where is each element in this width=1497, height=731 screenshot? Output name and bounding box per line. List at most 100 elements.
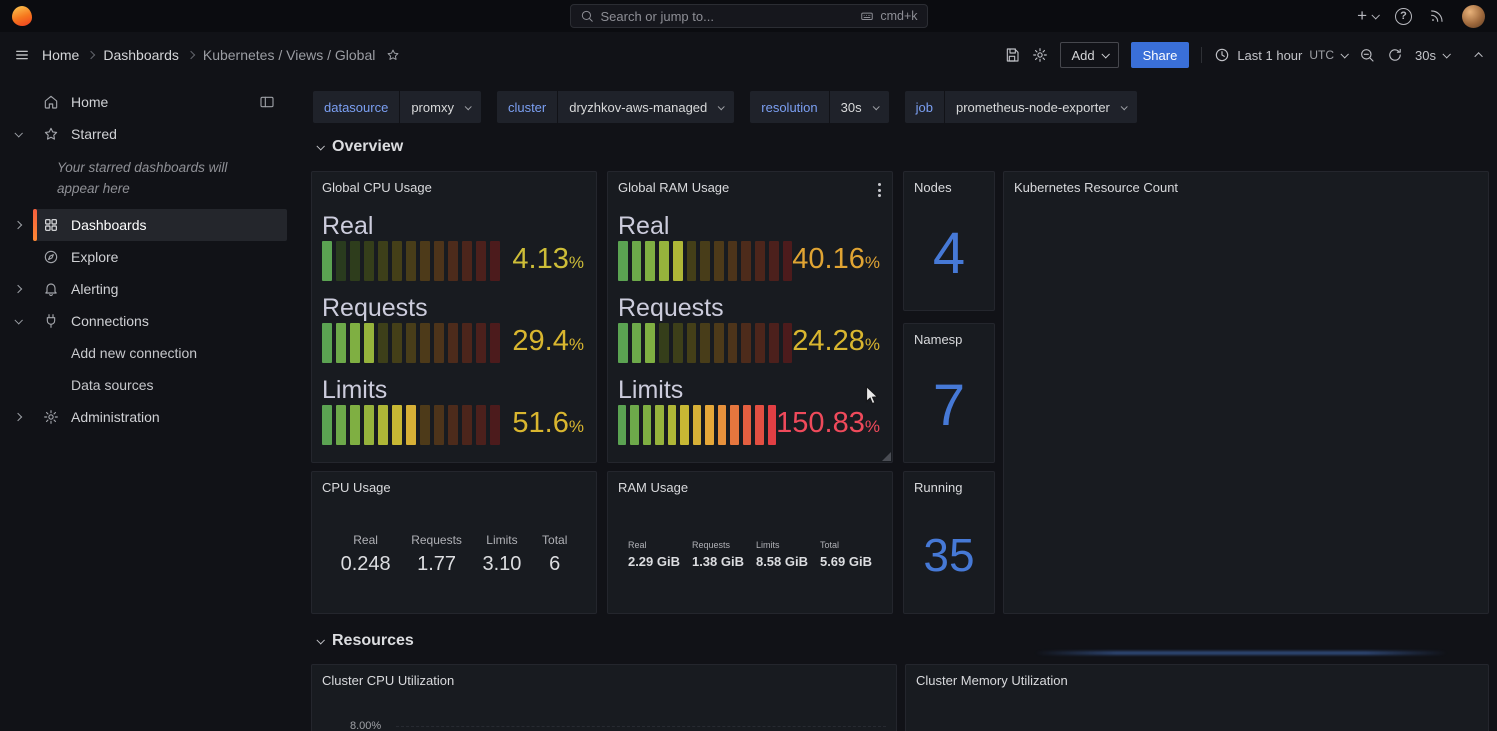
breadcrumb-home[interactable]: Home xyxy=(42,47,79,63)
share-button[interactable]: Share xyxy=(1131,42,1190,68)
grafana-logo[interactable] xyxy=(12,6,32,26)
refresh-interval-label: 30s xyxy=(1415,48,1436,63)
bar-gauge xyxy=(618,323,792,363)
expand-chevron[interactable] xyxy=(3,222,33,228)
collapse-chevron[interactable] xyxy=(3,318,33,324)
panel-title[interactable]: Nodes xyxy=(904,172,994,197)
dashboards-grid-icon xyxy=(42,216,60,234)
sidebar-item-label: Home xyxy=(71,94,108,110)
variable-value-dropdown[interactable]: dryzhkov-aws-managed xyxy=(558,91,734,123)
collapse-header-button[interactable] xyxy=(1477,52,1483,58)
clock-icon xyxy=(1214,47,1230,63)
expand-chevron[interactable] xyxy=(3,286,33,292)
panel-cpu-usage: CPU Usage Real 0.248 Requests 1.77 Limit… xyxy=(311,471,597,614)
sidebar-item-explore[interactable]: Explore xyxy=(0,241,291,273)
chevron-down-icon xyxy=(316,636,324,644)
dock-sidebar-icon[interactable] xyxy=(259,94,275,110)
zoom-out-time-button[interactable] xyxy=(1359,47,1375,63)
panel-title[interactable]: Global RAM Usage xyxy=(608,172,892,197)
variable-value: prometheus-node-exporter xyxy=(956,100,1110,115)
gear-icon xyxy=(42,408,60,426)
add-menu-button[interactable]: + xyxy=(1357,8,1378,24)
toolbar-divider xyxy=(1201,47,1202,63)
y-axis-tick: 8.00% xyxy=(350,720,381,731)
save-dashboard-button[interactable] xyxy=(1004,47,1020,63)
shortcut-label: cmd+k xyxy=(880,9,917,23)
add-panel-button[interactable]: Add xyxy=(1060,42,1118,68)
panel-title[interactable]: Running xyxy=(904,472,994,497)
plug-icon xyxy=(42,312,60,330)
stat-value: 7 xyxy=(904,349,994,462)
breadcrumb: Home Dashboards Kubernetes / Views / Glo… xyxy=(42,47,400,63)
breadcrumb-dashboards[interactable]: Dashboards xyxy=(103,47,179,63)
gauge-value: 40.16% xyxy=(792,239,882,283)
stat-limits: Limits 8.58 GiB xyxy=(756,540,808,569)
variable-value: promxy xyxy=(411,100,454,115)
time-range-label: Last 1 hour xyxy=(1237,48,1302,63)
sidebar-item-starred[interactable]: Starred xyxy=(0,118,291,150)
gauge-value: 24.28% xyxy=(792,321,882,365)
time-range-picker[interactable]: Last 1 hour UTC xyxy=(1214,47,1347,63)
breadcrumb-current: Kubernetes / Views / Global xyxy=(203,47,376,63)
stat-real: Real 0.248 xyxy=(341,533,391,576)
variable-resolution: resolution 30s xyxy=(750,91,888,123)
refresh-button[interactable] xyxy=(1387,47,1403,63)
sidebar-item-administration[interactable]: Administration xyxy=(0,401,291,433)
panel-resize-handle[interactable] xyxy=(882,452,891,461)
refresh-interval-picker[interactable]: 30s xyxy=(1415,48,1449,63)
search-box[interactable]: cmd+k xyxy=(570,4,928,28)
template-variables: datasource promxy cluster dryzhkov-aws-m… xyxy=(313,91,1137,123)
chevron-down-icon xyxy=(1101,50,1109,58)
stat-value: 4 xyxy=(904,197,994,310)
star-icon xyxy=(42,125,60,143)
panel-title[interactable]: Kubernetes Resource Count xyxy=(1004,172,1488,197)
variable-value-dropdown[interactable]: promxy xyxy=(400,91,481,123)
compass-icon xyxy=(42,248,60,266)
panel-ram-usage: RAM Usage Real 2.29 GiB Requests 1.38 Gi… xyxy=(607,471,893,614)
timezone-label: UTC xyxy=(1309,48,1334,62)
chart-line-artifact xyxy=(1035,651,1447,655)
section-resources[interactable]: Resources xyxy=(317,632,414,650)
gauge-real: Real 40.16% xyxy=(618,211,882,281)
panel-title[interactable]: RAM Usage xyxy=(608,472,892,497)
help-button[interactable]: ? xyxy=(1395,8,1412,25)
panel-title[interactable]: Global CPU Usage xyxy=(312,172,596,197)
sidebar-item-add-new-connection[interactable]: Add new connection xyxy=(0,337,291,369)
add-panel-label: Add xyxy=(1071,48,1094,63)
variable-value-dropdown[interactable]: 30s xyxy=(830,91,889,123)
section-title: Resources xyxy=(332,632,414,650)
variable-value: 30s xyxy=(841,100,862,115)
dashboard-header: Home Dashboards Kubernetes / Views / Glo… xyxy=(0,32,1497,78)
sidebar-item-label: Add new connection xyxy=(71,345,197,361)
mouse-cursor xyxy=(865,385,880,411)
panel-title[interactable]: Namesp xyxy=(904,324,994,349)
variable-value-dropdown[interactable]: prometheus-node-exporter xyxy=(945,91,1137,123)
panel-menu-button[interactable] xyxy=(876,181,883,199)
gauge-value: 29.4% xyxy=(500,321,586,365)
keyboard-icon xyxy=(860,9,874,23)
user-avatar[interactable] xyxy=(1462,5,1485,28)
sidebar-item-dashboards[interactable]: Dashboards xyxy=(0,209,291,241)
chevron-down-icon xyxy=(718,103,725,110)
sidebar-item-home[interactable]: Home xyxy=(0,86,291,118)
dashboard-settings-button[interactable] xyxy=(1032,47,1048,63)
favorite-star-button[interactable] xyxy=(386,48,400,62)
sidebar-item-data-sources[interactable]: Data sources xyxy=(0,369,291,401)
gauge-value: 51.6% xyxy=(500,403,586,447)
sidebar-item-alerting[interactable]: Alerting xyxy=(0,273,291,305)
chevron-down-icon xyxy=(872,103,879,110)
gauge-label: Real xyxy=(618,211,882,241)
panel-nodes: Nodes 4 xyxy=(903,171,995,311)
menu-toggle-icon[interactable] xyxy=(14,47,30,63)
panel-title[interactable]: Cluster CPU Utilization xyxy=(312,665,896,690)
gauge-requests: Requests 29.4% xyxy=(322,293,586,363)
bar-gauge xyxy=(618,405,776,445)
expand-chevron[interactable] xyxy=(3,414,33,420)
sidebar-item-connections[interactable]: Connections xyxy=(0,305,291,337)
collapse-chevron[interactable] xyxy=(3,131,33,137)
search-input[interactable] xyxy=(601,9,854,24)
section-overview[interactable]: Overview xyxy=(317,138,403,156)
news-icon[interactable] xyxy=(1429,8,1445,24)
panel-title[interactable]: CPU Usage xyxy=(312,472,596,497)
panel-title[interactable]: Cluster Memory Utilization xyxy=(906,665,1488,690)
